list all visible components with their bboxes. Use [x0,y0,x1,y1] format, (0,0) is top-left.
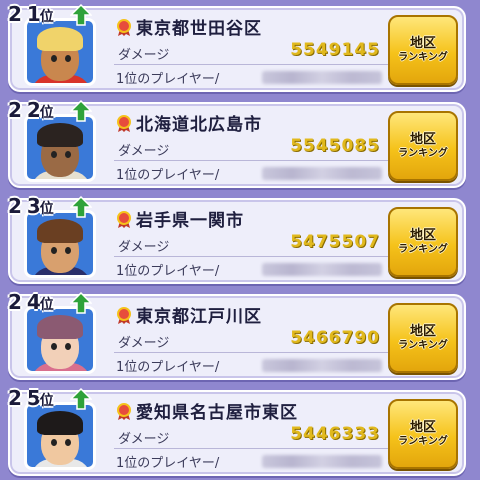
ribbon-icon [117,19,131,36]
top-player-label: 1位のプレイヤー/ [116,456,220,471]
region-ranking-button[interactable]: 地区 ランキング [388,399,458,469]
ranking-row: 2 3位 岩手県一関市 ダメージ 5475507 1位のプレイヤー/ 地区 ラン… [8,194,466,284]
ranking-row: 2 1位 東京都世田谷区 ダメージ 5549145 1位のプレイヤー/ 地区 ラ… [8,2,466,92]
damage-value: 5446333 [290,424,380,444]
button-label-line2: ランキング [398,147,448,159]
region-ranking-button[interactable]: 地区 ランキング [388,111,458,181]
region-name: 愛知県名古屋市東区 [136,403,298,423]
button-label-line2: ランキング [398,51,448,63]
divider [114,352,388,353]
region-ranking-button[interactable]: 地区 ランキング [388,207,458,277]
top-player-name-blurred [262,263,382,276]
top-player-label: 1位のプレイヤー/ [116,264,220,279]
region-name: 東京都世田谷区 [136,19,262,39]
region-ranking-button[interactable]: 地区 ランキング [388,303,458,373]
button-label-line1: 地区 [409,227,436,243]
ranking-list: 2 1位 東京都世田谷区 ダメージ 5549145 1位のプレイヤー/ 地区 ラ… [0,0,480,480]
damage-value: 5475507 [290,232,380,252]
region-ranking-button[interactable]: 地区 ランキング [388,15,458,85]
damage-label: ダメージ [118,144,170,159]
avatar [24,210,96,278]
top-player-name-blurred [262,167,382,180]
rank-label: 2 4位 [8,290,54,314]
up-arrow-icon [70,292,92,314]
divider [114,160,388,161]
button-label-line2: ランキング [398,339,448,351]
avatar [24,18,96,86]
damage-label: ダメージ [118,240,170,255]
ribbon-icon [117,307,131,324]
damage-label: ダメージ [118,336,170,351]
region-name: 東京都江戸川区 [136,307,262,327]
button-label-line1: 地区 [409,323,436,339]
button-label-line1: 地区 [409,131,436,147]
ribbon-icon [117,211,131,228]
up-arrow-icon [70,196,92,218]
ranking-row: 2 4位 東京都江戸川区 ダメージ 5466790 1位のプレイヤー/ 地区 ラ… [8,290,466,380]
top-player-label: 1位のプレイヤー/ [116,360,220,375]
rank-label: 2 3位 [8,194,54,218]
region-name: 北海道北広島市 [136,115,262,135]
up-arrow-icon [70,388,92,410]
button-label-line2: ランキング [398,435,448,447]
ribbon-icon [117,115,131,132]
damage-value: 5545085 [290,136,380,156]
ribbon-icon [117,403,131,420]
avatar [24,114,96,182]
region-name: 岩手県一関市 [136,211,244,231]
rank-label: 2 5位 [8,386,54,410]
rank-label: 2 2位 [8,98,54,122]
divider [114,256,388,257]
top-player-name-blurred [262,71,382,84]
ranking-row: 2 5位 愛知県名古屋市東区 ダメージ 5446333 1位のプレイヤー/ 地区… [8,386,466,476]
avatar [24,402,96,470]
button-label-line1: 地区 [409,419,436,435]
top-player-name-blurred [262,359,382,372]
rank-label: 2 1位 [8,2,54,26]
button-label-line2: ランキング [398,243,448,255]
damage-value: 5549145 [290,40,380,60]
up-arrow-icon [70,4,92,26]
button-label-line1: 地区 [409,35,436,51]
divider [114,64,388,65]
top-player-label: 1位のプレイヤー/ [116,168,220,183]
up-arrow-icon [70,100,92,122]
avatar [24,306,96,374]
damage-value: 5466790 [290,328,380,348]
top-player-name-blurred [262,455,382,468]
ranking-row: 2 2位 北海道北広島市 ダメージ 5545085 1位のプレイヤー/ 地区 ラ… [8,98,466,188]
divider [114,448,388,449]
damage-label: ダメージ [118,48,170,63]
damage-label: ダメージ [118,432,170,447]
top-player-label: 1位のプレイヤー/ [116,72,220,87]
